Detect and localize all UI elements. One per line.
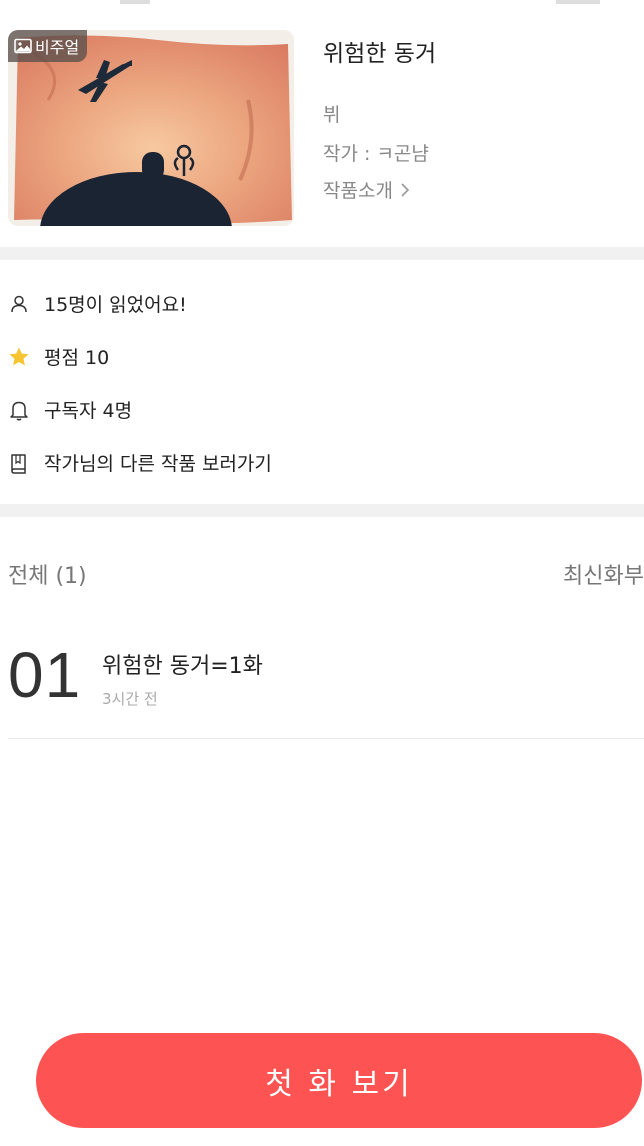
sort-latest-button[interactable]: 최신화부 xyxy=(563,558,644,590)
work-title: 위험한 동거 xyxy=(323,41,437,67)
work-info: 위험한 동거 뷔 작가 : ㅋ곤냠 작품소개 xyxy=(323,30,633,203)
rating-text: 평점 10 xyxy=(44,347,110,369)
visual-badge: 비주얼 xyxy=(8,30,88,62)
top-edge-fragment-right xyxy=(556,0,600,4)
other-works-link[interactable]: 작가님의 다른 작품 보러가기 xyxy=(8,449,272,476)
episode-number: 01 xyxy=(8,639,82,711)
episode-time: 3시간 전 xyxy=(102,690,158,708)
bell-icon xyxy=(8,399,30,421)
chevron-right-icon xyxy=(401,182,410,197)
subscribers-text: 구독자 4명 xyxy=(44,400,133,422)
book-icon xyxy=(8,452,30,474)
section-divider xyxy=(0,247,644,260)
work-intro-label: 작품소개 xyxy=(323,180,393,202)
work-intro-link[interactable]: 작품소개 xyxy=(323,176,633,203)
readers-text: 15명이 읽었어요! xyxy=(44,294,187,316)
star-icon xyxy=(8,346,30,368)
episode-title: 위험한 동거=1화 xyxy=(102,654,263,679)
subscribers-stat: 구독자 4명 xyxy=(8,396,132,423)
image-icon xyxy=(14,38,32,54)
section-divider xyxy=(0,504,644,517)
rating-stat: 평점 10 xyxy=(8,343,109,370)
other-works-text: 작가님의 다른 작품 보러가기 xyxy=(44,453,272,475)
work-author[interactable]: 작가 : ㅋ곤냠 xyxy=(323,139,633,166)
readers-stat: 15명이 읽었어요! xyxy=(8,290,187,317)
episode-row[interactable]: 01 위험한 동거=1화 3시간 전 xyxy=(8,630,644,739)
person-icon xyxy=(8,293,30,315)
episode-count-filter[interactable]: 전체 (1) xyxy=(8,558,87,590)
work-genre: 뷔 xyxy=(323,104,341,126)
badge-label: 비주얼 xyxy=(35,38,80,57)
read-first-episode-button[interactable]: 첫 화 보기 xyxy=(36,1033,642,1128)
top-edge-fragment-left xyxy=(120,0,150,4)
